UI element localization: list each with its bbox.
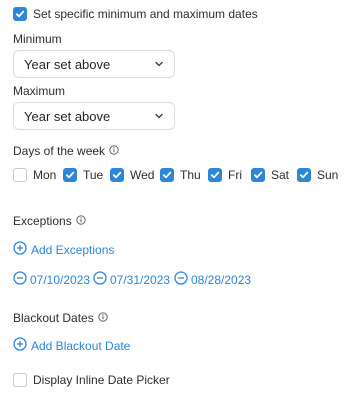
chevron-down-icon (154, 57, 164, 72)
specific-dates-row[interactable]: Set specific minimum and maximum dates (13, 7, 258, 21)
day-wed-label: Wed (130, 168, 155, 182)
minimum-label: Minimum (13, 32, 62, 46)
maximum-label: Maximum (13, 84, 66, 98)
day-sat-label: Sat (271, 168, 290, 182)
add-exceptions-button[interactable]: Add Exceptions (13, 241, 114, 258)
day-fri[interactable]: Fri (208, 168, 242, 182)
minus-circle-icon[interactable] (93, 271, 107, 288)
day-sun-checkbox[interactable] (297, 168, 311, 182)
check-icon (112, 171, 122, 179)
day-tue-checkbox[interactable] (63, 168, 77, 182)
day-tue[interactable]: Tue (63, 168, 103, 182)
day-sat[interactable]: Sat (251, 168, 289, 182)
day-wed-checkbox[interactable] (110, 168, 124, 182)
day-sun-label: Sun (317, 168, 339, 182)
exception-date-chip[interactable]: 07/10/2023 (13, 271, 90, 288)
exception-date-chip[interactable]: 07/31/2023 (93, 271, 170, 288)
inline-picker-label: Display Inline Date Picker (33, 373, 170, 387)
exceptions-heading: Exceptions (13, 214, 86, 228)
minus-circle-icon[interactable] (174, 271, 188, 288)
add-blackout-label: Add Blackout Date (31, 338, 131, 353)
plus-circle-icon (13, 337, 27, 354)
check-icon (210, 171, 220, 179)
specific-dates-label: Set specific minimum and maximum dates (33, 7, 258, 21)
check-icon (162, 171, 172, 179)
check-icon (253, 171, 263, 179)
day-wed[interactable]: Wed (110, 168, 154, 182)
blackout-heading: Blackout Dates (13, 311, 108, 325)
days-label: Days of the week (13, 144, 106, 158)
day-fri-label: Fri (228, 168, 242, 182)
info-icon[interactable] (76, 214, 86, 228)
exception-date-chip[interactable]: 08/28/2023 (174, 271, 251, 288)
chevron-down-icon (154, 109, 164, 124)
minimum-select[interactable]: Year set above (13, 50, 175, 78)
day-mon-label: Mon (33, 168, 57, 182)
day-thu[interactable]: Thu (160, 168, 201, 182)
inline-picker-checkbox[interactable] (13, 373, 27, 387)
day-tue-label: Tue (83, 168, 104, 182)
exception-date: 08/28/2023 (191, 272, 252, 287)
day-mon[interactable]: Mon (13, 168, 56, 182)
exception-date: 07/10/2023 (30, 272, 91, 287)
day-mon-checkbox[interactable] (13, 168, 27, 182)
check-icon (299, 171, 309, 179)
info-icon[interactable] (98, 311, 108, 325)
info-icon[interactable] (109, 144, 119, 158)
check-icon (65, 171, 75, 179)
inline-picker-row[interactable]: Display Inline Date Picker (13, 373, 170, 387)
day-fri-checkbox[interactable] (208, 168, 222, 182)
day-thu-checkbox[interactable] (160, 168, 174, 182)
days-heading: Days of the week (13, 144, 119, 158)
day-sat-checkbox[interactable] (251, 168, 265, 182)
day-sun[interactable]: Sun (297, 168, 338, 182)
minus-circle-icon[interactable] (13, 271, 27, 288)
minimum-value: Year set above (24, 56, 111, 72)
check-icon (15, 10, 25, 18)
maximum-value: Year set above (24, 108, 111, 124)
specific-dates-checkbox[interactable] (13, 7, 27, 21)
blackout-label: Blackout Dates (13, 311, 94, 325)
exception-date: 07/31/2023 (110, 272, 171, 287)
add-blackout-date-button[interactable]: Add Blackout Date (13, 337, 130, 354)
maximum-select[interactable]: Year set above (13, 102, 175, 130)
plus-circle-icon (13, 241, 27, 258)
exceptions-label: Exceptions (13, 214, 72, 228)
day-thu-label: Thu (180, 168, 201, 182)
add-exceptions-label: Add Exceptions (31, 242, 115, 257)
